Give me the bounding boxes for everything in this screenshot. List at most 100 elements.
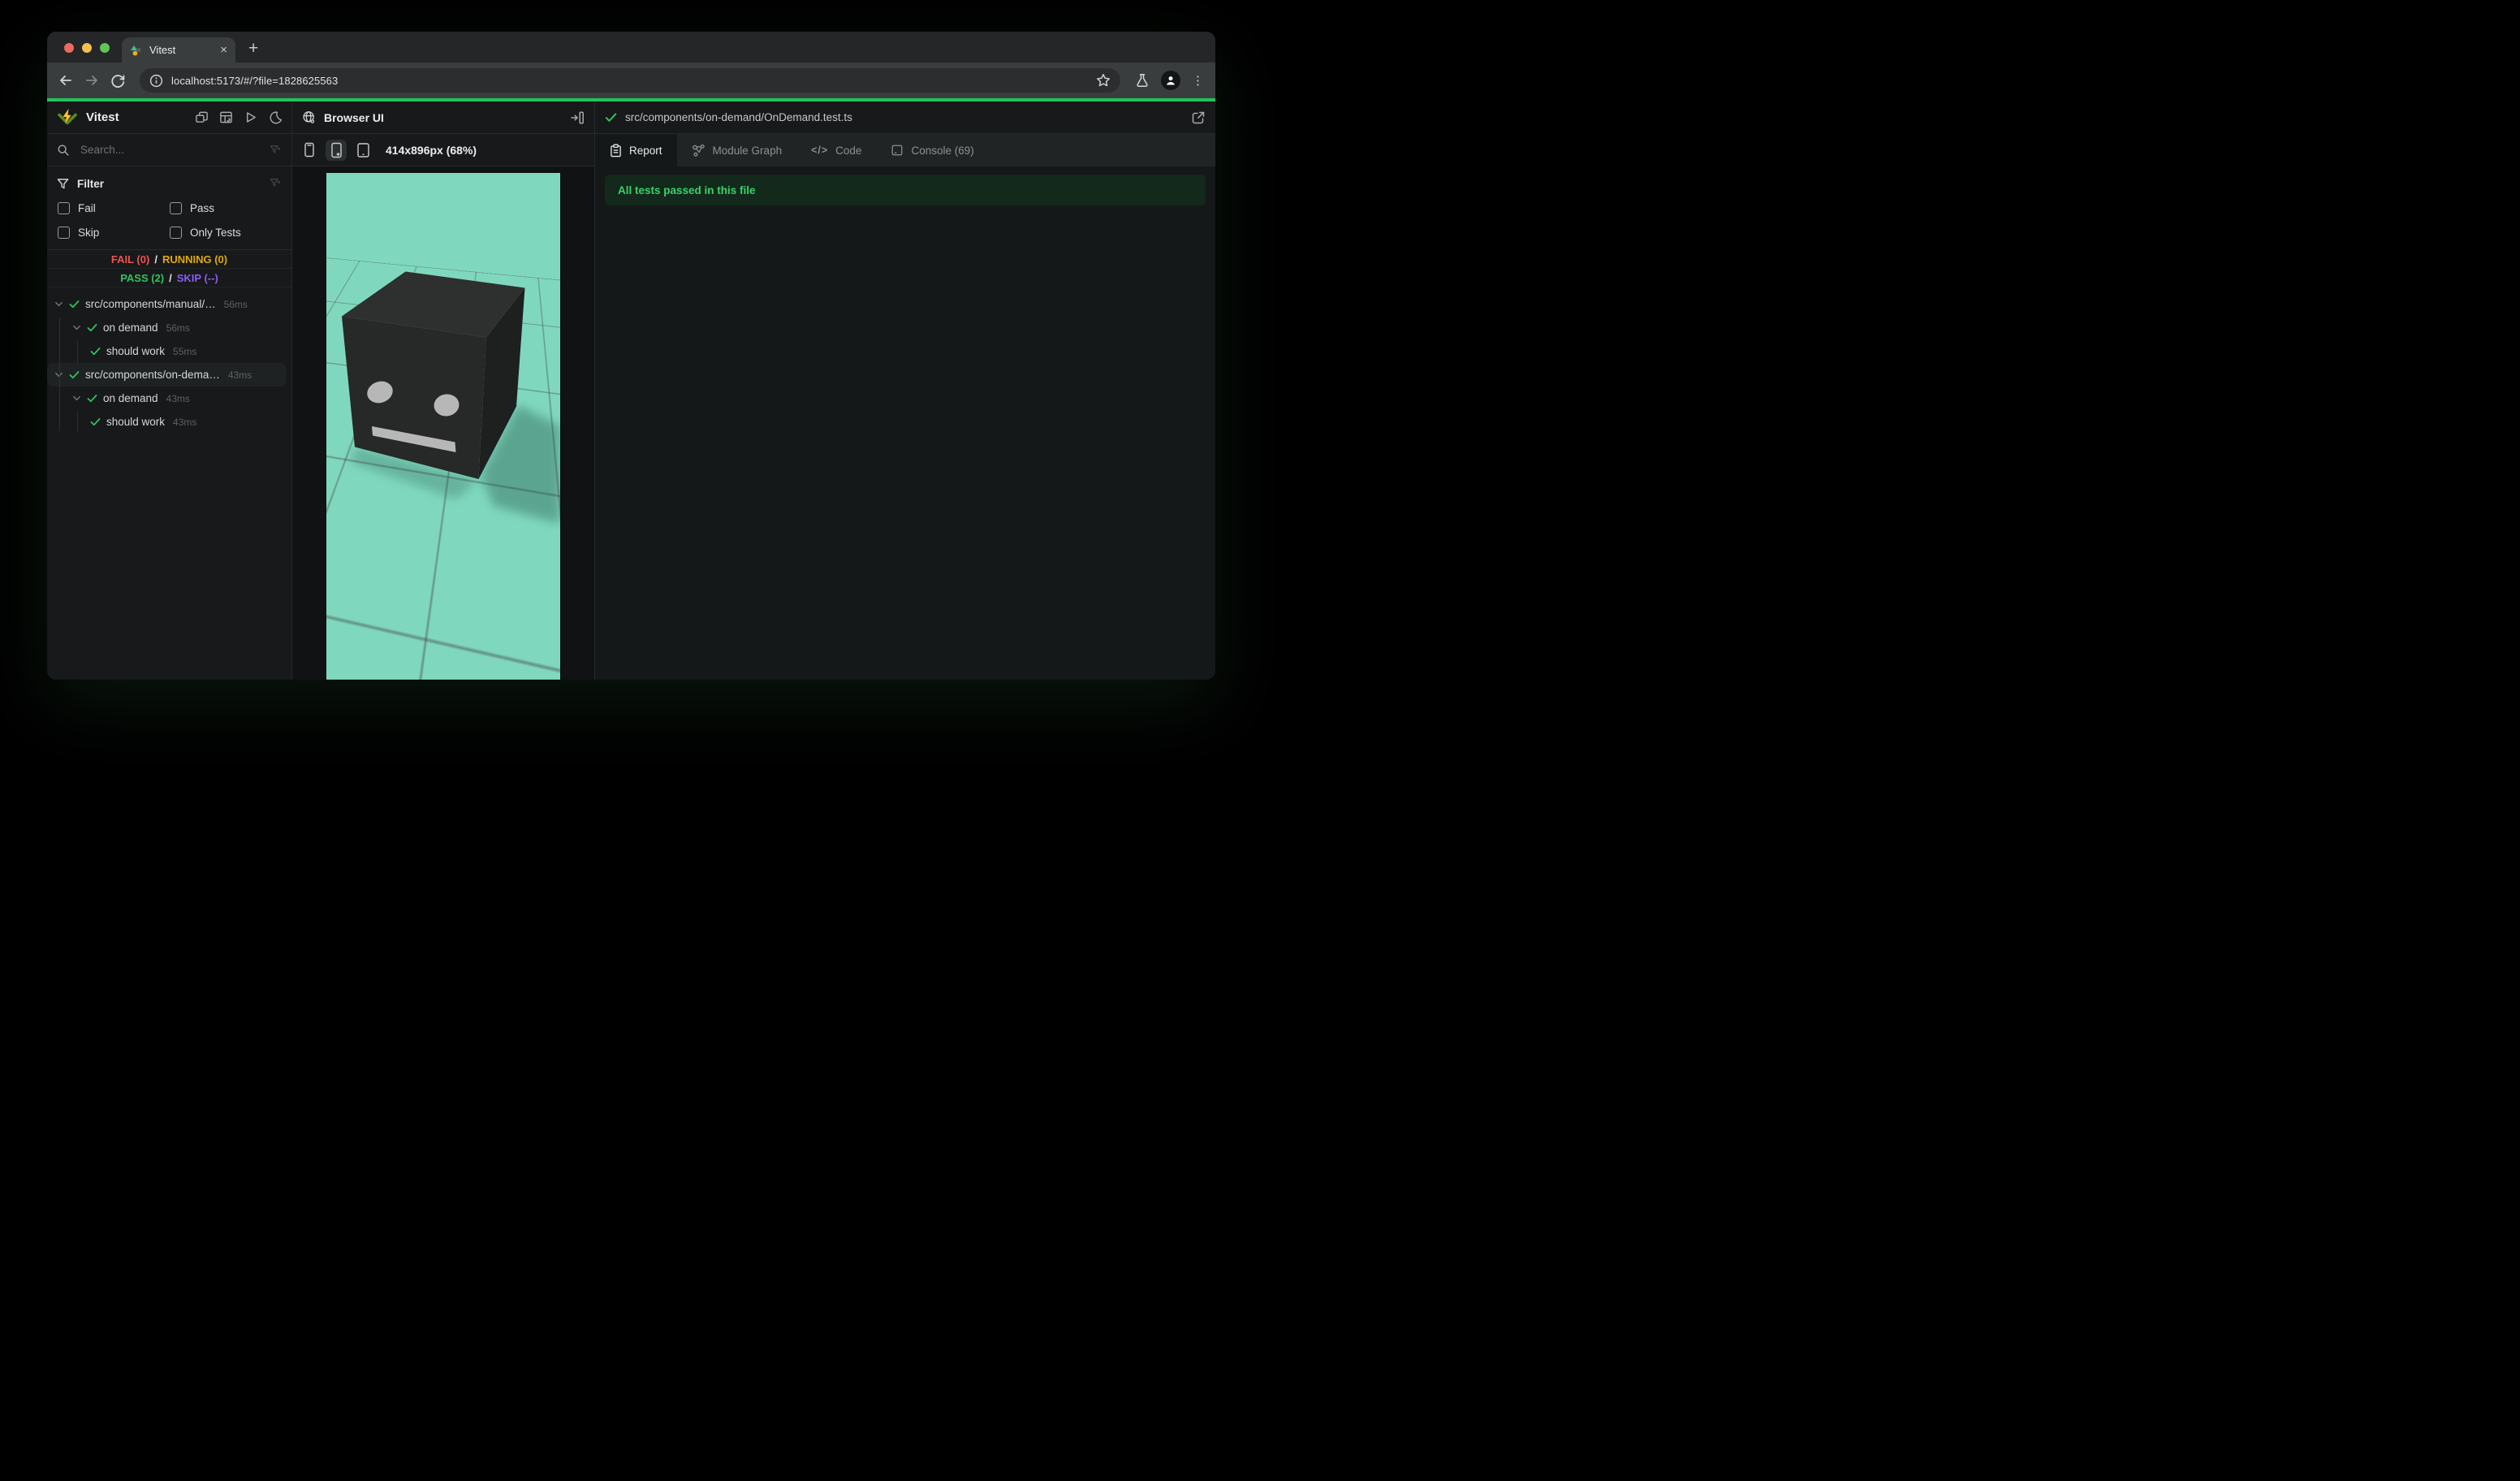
pass-check-icon — [87, 322, 97, 333]
clipboard-icon — [611, 144, 621, 157]
tree-row-suite[interactable]: on demand 43ms — [47, 386, 291, 410]
running-count: RUNNING (0) — [162, 253, 228, 266]
browser-toolbar: localhost:5173/#/?file=1828625563 ⋮ — [47, 63, 1215, 98]
preview-area — [292, 166, 594, 680]
minimize-window-button[interactable] — [82, 43, 92, 53]
reload-button[interactable] — [110, 73, 125, 88]
traffic-lights — [64, 43, 110, 53]
console-icon — [892, 145, 903, 156]
sidebar-header: Vitest — [47, 101, 291, 134]
filter-checkbox-pass[interactable]: Pass — [170, 202, 282, 214]
funnel-icon — [57, 178, 69, 190]
filter-checkbox-fail[interactable]: Fail — [58, 202, 170, 214]
experiments-flask-icon[interactable] — [1135, 73, 1150, 88]
test-tree: src/components/manual/… 56ms on demand 5… — [47, 287, 291, 680]
tree-guide-line — [77, 341, 78, 363]
vitest-app: Vitest Search... Filter Fail Pass Skip O… — [47, 101, 1215, 680]
browser-ui-panel: Browser UI 414x896px (68%) — [292, 101, 595, 680]
back-button[interactable] — [58, 73, 73, 88]
code-icon: </> — [811, 145, 829, 156]
report-content: All tests passed in this file — [595, 166, 1215, 680]
test-file-path: src/components/on-demand/OnDemand.test.t… — [625, 111, 852, 123]
checkbox[interactable] — [58, 202, 70, 214]
url-text[interactable]: localhost:5173/#/?file=1828625563 — [171, 75, 1088, 87]
device-mobile-small-button[interactable] — [299, 140, 320, 161]
tree-row-file[interactable]: src/components/manual/… 56ms — [47, 292, 291, 316]
chevron-down-icon[interactable] — [72, 323, 81, 332]
browser-menu-icon[interactable]: ⋮ — [1192, 73, 1204, 88]
pass-count: PASS (2) — [120, 271, 165, 284]
sidebar: Vitest Search... Filter Fail Pass Skip O… — [47, 101, 292, 680]
clear-filters-icon[interactable] — [269, 177, 282, 190]
tab-title: Vitest — [149, 44, 176, 56]
browser-titlebar: Vitest × + — [47, 32, 1215, 63]
chevron-down-icon[interactable] — [72, 394, 81, 403]
stats-row-pass-skip: PASS (2) / SKIP (--) — [47, 269, 291, 287]
pass-check-icon — [69, 369, 80, 380]
vitest-logo — [58, 108, 77, 124]
collapse-panel-icon[interactable] — [570, 110, 585, 125]
device-tablet-button[interactable] — [352, 140, 373, 161]
browser-ui-title: Browser UI — [324, 110, 384, 124]
tab-close-icon[interactable]: × — [220, 44, 227, 56]
address-bar[interactable]: localhost:5173/#/?file=1828625563 — [140, 68, 1120, 93]
tree-row-suite[interactable]: on demand 56ms — [47, 316, 291, 339]
skip-count: SKIP (--) — [176, 271, 218, 284]
dark-mode-moon-icon[interactable] — [268, 110, 282, 124]
tree-row-test[interactable]: should work 55ms — [47, 339, 291, 363]
close-window-button[interactable] — [64, 43, 74, 53]
site-info-icon[interactable] — [149, 74, 163, 88]
filter-title: Filter — [77, 177, 105, 190]
new-tab-button[interactable]: + — [248, 40, 258, 57]
pass-check-icon — [69, 299, 80, 309]
tab-code[interactable]: </> Code — [796, 134, 876, 166]
results-panel: src/components/on-demand/OnDemand.test.t… — [595, 101, 1215, 680]
browser-window: Vitest × + localhost:5173/#/?file=182862… — [47, 32, 1215, 680]
chevron-down-icon[interactable] — [54, 300, 63, 309]
profile-avatar[interactable] — [1161, 71, 1180, 90]
tree-guide-line — [59, 317, 60, 431]
checkbox[interactable] — [58, 227, 70, 239]
browser-preview-iframe[interactable] — [326, 173, 560, 680]
open-external-icon[interactable] — [1191, 110, 1206, 125]
search-input[interactable] — [79, 143, 260, 157]
search-row — [47, 134, 291, 166]
clear-search-filter-icon[interactable] — [269, 144, 282, 157]
browser-ui-header: Browser UI — [292, 101, 594, 134]
run-all-play-icon[interactable] — [244, 110, 257, 124]
pass-check-icon — [605, 111, 617, 123]
search-icon — [57, 144, 70, 157]
bookmark-star-icon[interactable] — [1096, 73, 1111, 88]
pass-check-icon — [90, 346, 101, 356]
pass-check-icon — [90, 417, 101, 427]
tab-console[interactable]: Console (69) — [876, 134, 988, 166]
app-title: Vitest — [86, 110, 119, 124]
robot-cube-3d — [342, 271, 560, 524]
tab-report[interactable]: Report — [595, 134, 677, 166]
checkbox[interactable] — [170, 227, 182, 239]
browser-tab[interactable]: Vitest × — [122, 37, 235, 63]
device-mobile-plus-button[interactable] — [326, 139, 347, 161]
globe-icon — [302, 110, 316, 124]
tab-module-graph[interactable]: Module Graph — [677, 134, 797, 166]
filter-checkbox-skip[interactable]: Skip — [58, 227, 170, 239]
checkbox[interactable] — [170, 202, 182, 214]
tree-guide-line — [77, 412, 78, 433]
stats-row-fail-running: FAIL (0) / RUNNING (0) — [47, 250, 291, 269]
pass-check-icon — [87, 393, 97, 404]
fail-count: FAIL (0) — [110, 253, 150, 266]
module-graph-icon — [692, 144, 705, 157]
device-toolbar: 414x896px (68%) — [292, 134, 594, 166]
dashboard-icon[interactable] — [219, 110, 233, 124]
tree-row-file-selected[interactable]: src/components/on-dema… 43ms — [47, 363, 287, 386]
tree-row-test[interactable]: should work 43ms — [47, 410, 291, 434]
viewport-size-label: 414x896px (68%) — [386, 143, 477, 157]
results-header: src/components/on-demand/OnDemand.test.t… — [595, 101, 1215, 134]
results-tabbar: Report Module Graph </> Code Console (69… — [595, 134, 1215, 166]
forward-button[interactable] — [84, 73, 99, 88]
dock-panel-icon[interactable] — [195, 110, 209, 124]
zoom-window-button[interactable] — [100, 43, 110, 53]
filter-checkbox-only-tests[interactable]: Only Tests — [170, 227, 282, 239]
filter-section: Filter Fail Pass Skip Only Tests — [47, 166, 291, 250]
all-tests-passed-banner: All tests passed in this file — [605, 175, 1206, 205]
